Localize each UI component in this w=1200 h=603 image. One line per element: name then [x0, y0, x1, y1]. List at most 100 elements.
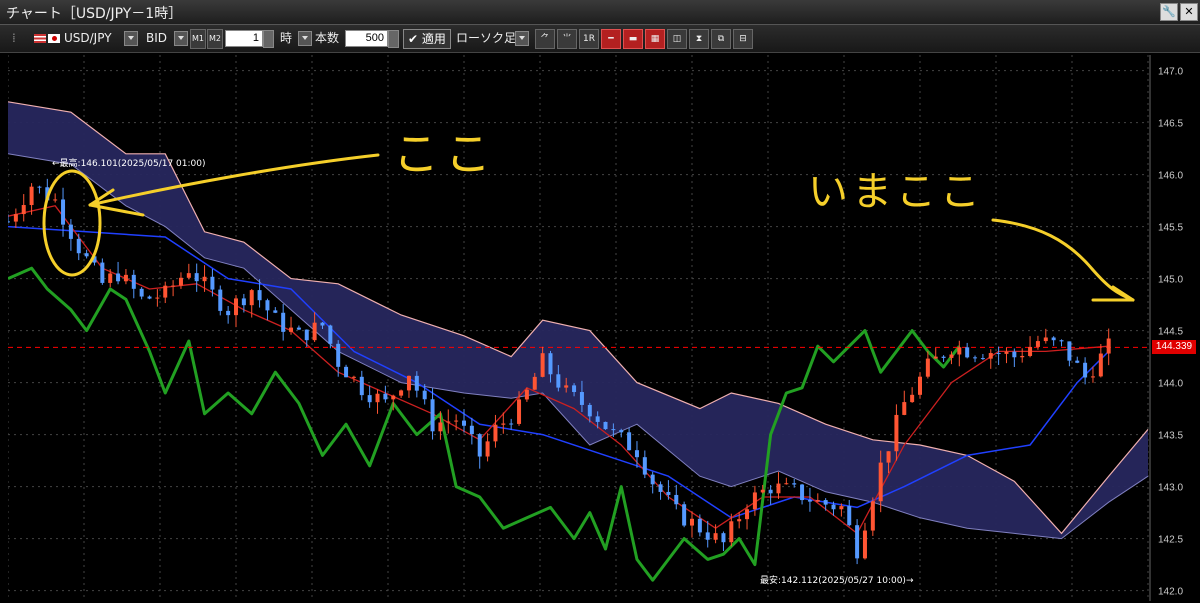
candle-body — [469, 425, 474, 435]
drawing-icon[interactable]: ⧉ — [711, 29, 731, 49]
candle-body — [241, 298, 246, 306]
timeframe-spinner[interactable] — [263, 30, 274, 48]
koko-text: ここ — [393, 127, 497, 181]
candle-body — [477, 434, 482, 457]
candle-body — [894, 414, 899, 452]
symbol-label[interactable]: USD/JPY — [64, 30, 112, 47]
high-label: ←最高:146.101(2025/05/17 01:00) — [52, 157, 205, 169]
measure-icon[interactable]: ⧗ — [689, 29, 709, 49]
candle-body — [674, 494, 679, 505]
candle-body — [988, 353, 993, 359]
candle-body — [705, 532, 710, 540]
candle-body — [603, 421, 608, 430]
candle-body — [690, 518, 694, 526]
candle-body — [273, 310, 278, 313]
current-price-label: 144.339 — [1152, 340, 1196, 355]
candle-body — [737, 519, 742, 522]
candle-body — [328, 325, 333, 344]
candle-body — [556, 374, 561, 388]
candle-body — [312, 322, 317, 341]
y-tick-label: 144.0 — [1158, 379, 1183, 390]
candle-body — [1051, 337, 1056, 341]
candle-body — [249, 290, 254, 306]
candle-body — [485, 441, 490, 457]
candle-body — [752, 492, 757, 510]
candle-body — [902, 402, 907, 415]
timeframe-unit: 時 — [280, 31, 293, 45]
candle-body — [29, 186, 34, 206]
m2-button[interactable]: M2 — [207, 29, 223, 49]
pin-icon[interactable]: ◫ — [667, 29, 687, 49]
candle-body — [68, 224, 73, 239]
candle-body — [870, 501, 875, 531]
candle-body — [430, 399, 435, 432]
candle-body — [587, 404, 592, 417]
candle-body — [1035, 341, 1040, 347]
candle-body — [265, 300, 270, 311]
candle-body — [807, 500, 812, 502]
candle-body — [925, 358, 930, 377]
candle-body — [579, 392, 584, 405]
candle-body — [171, 285, 176, 287]
candle-body — [839, 506, 844, 510]
candle-body — [210, 276, 215, 290]
hline-icon[interactable]: ━ — [601, 29, 621, 49]
candle-body — [862, 530, 867, 559]
candle-body — [1043, 337, 1048, 342]
save-icon[interactable]: ⊟ — [733, 29, 753, 49]
settings-wrench-icon[interactable]: 🔧 — [1160, 3, 1178, 21]
candle-body — [76, 238, 81, 254]
y-tick-label: 142.0 — [1158, 587, 1183, 598]
count-input[interactable]: 500 — [345, 30, 388, 47]
candle-body — [100, 262, 105, 283]
symbol-dropdown[interactable] — [124, 31, 138, 46]
candle-body — [1004, 351, 1009, 354]
m1-button[interactable]: M1 — [190, 29, 206, 49]
candle-body — [178, 277, 183, 286]
y-tick-label: 143.5 — [1158, 431, 1183, 442]
fib-tool-icon[interactable]: ⺌ — [557, 29, 577, 49]
price-type-label[interactable]: BID — [146, 30, 167, 47]
low-label: 最安:142.112(2025/05/27 10:00)→ — [760, 574, 914, 586]
grip-icon: ⁞ — [12, 31, 16, 45]
candle-body — [815, 500, 820, 502]
candle-body — [1083, 362, 1088, 378]
candle-body — [729, 521, 734, 543]
candle-body — [918, 376, 922, 395]
close-icon[interactable]: ✕ — [1180, 3, 1198, 21]
candle-body — [37, 186, 42, 188]
candle-body — [509, 423, 514, 425]
price-type-dropdown[interactable] — [174, 31, 188, 46]
apply-button[interactable]: ✔ 適用 — [403, 29, 451, 49]
candle-body — [611, 429, 616, 431]
candle-body — [634, 450, 639, 458]
candle-body — [367, 395, 372, 403]
count-spinner[interactable] — [388, 30, 399, 48]
candle-body — [194, 273, 199, 282]
candle-body — [792, 483, 797, 485]
timeframe-input[interactable]: 1 — [225, 30, 263, 47]
chart-style-dropdown[interactable] — [515, 31, 529, 46]
candle-body — [108, 273, 113, 283]
chart-style-label[interactable]: ローソク足 — [456, 30, 516, 47]
candle-body — [320, 322, 325, 326]
chart-toolbar: ⁞ USD/JPY BID M1 M2 1 時 本数 500 ✔ 適用 ローソク… — [0, 25, 1200, 53]
candle-body — [784, 483, 789, 485]
candle-body — [1020, 355, 1025, 358]
candle-body — [1012, 351, 1017, 358]
candle-body — [847, 506, 852, 526]
1r-icon[interactable]: 1R — [579, 29, 599, 49]
timeframe-dropdown[interactable] — [298, 31, 312, 46]
candle-body — [886, 451, 891, 463]
y-tick-label: 146.0 — [1158, 171, 1183, 182]
trend-tool-icon[interactable]: ⺈ — [535, 29, 555, 49]
candle-body — [973, 357, 978, 359]
indicator-icon[interactable]: ▦ — [645, 29, 665, 49]
candle-body — [375, 393, 380, 403]
candle-body — [493, 424, 498, 442]
red-bar-icon[interactable]: ▬ — [623, 29, 643, 49]
candle-body — [658, 484, 663, 492]
candle-body — [980, 358, 985, 360]
candle-body — [650, 474, 655, 485]
price-chart[interactable]: 147.0 146.5 146.0 145.5 145.0 144.5 144.0 143.5… — [8, 55, 1200, 601]
